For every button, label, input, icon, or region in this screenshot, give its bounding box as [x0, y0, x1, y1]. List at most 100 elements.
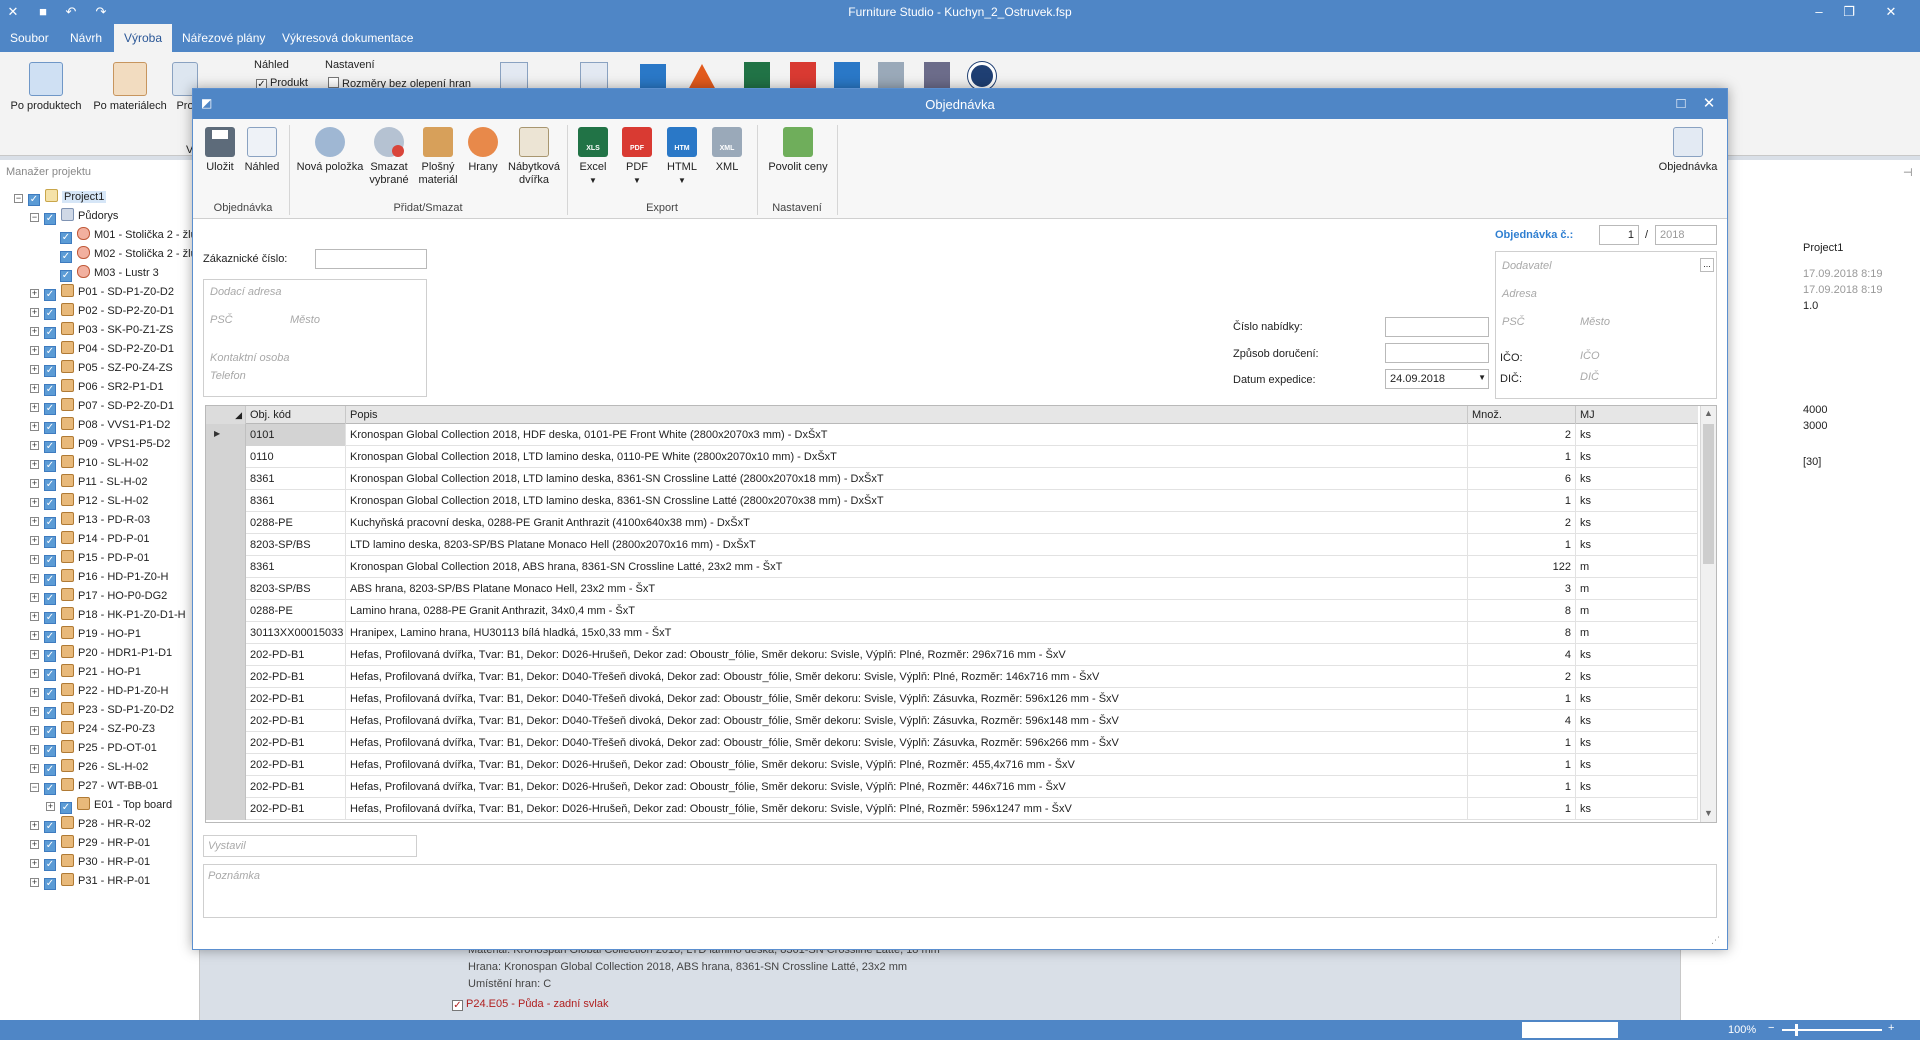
tab-vyroba[interactable]: Výroba — [114, 24, 173, 52]
row-selector[interactable] — [206, 732, 246, 754]
smazat-vybrane-button[interactable]: Smazat vybrané — [365, 127, 413, 187]
row-selector[interactable] — [206, 622, 246, 644]
tree-checkbox[interactable]: ✓ — [44, 612, 56, 624]
tree-item[interactable]: − ✓ P27 - WT-BB-01 — [30, 777, 200, 796]
tree-item[interactable]: + ✓ P13 - PD-R-03 — [30, 511, 200, 530]
objednavka-button[interactable]: Objednávka — [1655, 127, 1721, 174]
header-popis[interactable]: Popis — [346, 406, 1468, 424]
tree-expander-icon[interactable]: + — [30, 441, 39, 450]
cell-kod[interactable]: 8361 — [246, 556, 346, 578]
cell-popis[interactable]: Hefas, Profilovaná dvířka, Tvar: B1, Dek… — [346, 666, 1468, 688]
cell-kod[interactable]: 202-PD-B1 — [246, 710, 346, 732]
tree-item[interactable]: + ✓ P08 - VVS1-P1-D2 — [30, 416, 200, 435]
tree-checkbox[interactable]: ✓ — [44, 346, 56, 358]
table-row[interactable]: 202-PD-B1 Hefas, Profilovaná dvířka, Tvar… — [206, 776, 1698, 798]
supplier-browse-button[interactable]: ... — [1700, 258, 1714, 272]
tree-item[interactable]: + ✓ P28 - HR-R-02 — [30, 815, 200, 834]
tree-expander-icon[interactable]: + — [30, 669, 39, 678]
pdf-icon[interactable] — [790, 62, 816, 90]
cell-popis[interactable]: Hefas, Profilovaná dvířka, Tvar: B1, Dek… — [346, 798, 1468, 820]
tree-item[interactable]: + ✓ P24 - SZ-P0-Z3 — [30, 720, 200, 739]
cell-popis[interactable]: Kronospan Global Collection 2018, ABS hr… — [346, 556, 1468, 578]
cell-mj[interactable]: ks — [1576, 754, 1698, 776]
cell-mj[interactable]: ks — [1576, 490, 1698, 512]
cell-kod[interactable]: 202-PD-B1 — [246, 732, 346, 754]
table-row[interactable]: 202-PD-B1 Hefas, Profilovaná dvířka, Tvar… — [206, 754, 1698, 776]
cell-popis[interactable]: Kronospan Global Collection 2018, LTD la… — [346, 490, 1468, 512]
povolit-ceny-button[interactable]: Povolit ceny — [763, 127, 833, 174]
property-value[interactable]: 17.09.2018 8:19 — [1803, 268, 1883, 280]
tree-item[interactable]: + ✓ P21 - HO-P1 — [30, 663, 200, 682]
tree-checkbox[interactable]: ✓ — [44, 764, 56, 776]
row-selector[interactable] — [206, 710, 246, 732]
tree-item[interactable]: + ✓ P20 - HDR1-P1-D1 — [30, 644, 200, 663]
tree-item[interactable]: + ✓ P30 - HR-P-01 — [30, 853, 200, 872]
zpusob-doruceni-input[interactable] — [1385, 343, 1489, 363]
tree-item[interactable]: + ✓ P31 - HR-P-01 — [30, 872, 200, 891]
table-row[interactable]: 0288-PE Lamino hrana, 0288-PE Granit Anth… — [206, 600, 1698, 622]
tree-checkbox[interactable]: ✓ — [60, 802, 72, 814]
excel-export-button[interactable]: XLS Excel ▼ — [575, 127, 611, 187]
order-number-input[interactable]: 1 — [1599, 225, 1639, 245]
circle-logo-icon[interactable] — [968, 62, 996, 90]
tree-expander-icon[interactable]: + — [46, 802, 55, 811]
zakaznicke-cislo-input[interactable] — [315, 249, 427, 269]
nahled-button[interactable]: Náhled — [241, 127, 283, 174]
cell-mj[interactable]: ks — [1576, 732, 1698, 754]
table-row[interactable]: 8203-SP/BS ABS hrana, 8203-SP/BS Platane … — [206, 578, 1698, 600]
cell-kod[interactable]: 0101 — [246, 424, 346, 446]
row-selector[interactable] — [206, 578, 246, 600]
behind-p24-item[interactable]: ✓ P24.E05 - Půda - zadní svlak — [452, 998, 608, 1011]
table-row[interactable]: 202-PD-B1 Hefas, Profilovaná dvířka, Tvar… — [206, 644, 1698, 666]
tree-item[interactable]: ✓ M01 - Stolička 2 - žlu — [46, 226, 200, 245]
table-row[interactable]: ▶ 0101 Kronospan Global Collection 2018, H… — [206, 424, 1698, 446]
pnx-icon[interactable] — [924, 62, 950, 90]
tree-expander-icon[interactable]: + — [30, 460, 39, 469]
tree-checkbox[interactable]: ✓ — [44, 821, 56, 833]
property-value[interactable]: [30] — [1803, 456, 1821, 468]
tree-checkbox[interactable]: ✓ — [60, 270, 72, 282]
tree-item[interactable]: + ✓ P06 - SR2-P1-D1 — [30, 378, 200, 397]
cell-kod[interactable]: 202-PD-B1 — [246, 688, 346, 710]
property-value[interactable]: 3000 — [1803, 420, 1827, 432]
cell-popis[interactable]: Hefas, Profilovaná dvířka, Tvar: B1, Dek… — [346, 688, 1468, 710]
tree-expander-icon[interactable]: + — [30, 403, 39, 412]
cell-mj[interactable]: ks — [1576, 512, 1698, 534]
cell-mj[interactable]: ks — [1576, 446, 1698, 468]
tree-checkbox[interactable]: ✓ — [60, 251, 72, 263]
row-selector[interactable] — [206, 490, 246, 512]
tree-checkbox[interactable]: ✓ — [44, 783, 56, 795]
cell-mnoz[interactable]: 1 — [1468, 732, 1576, 754]
pin-icon[interactable]: ⊣ — [1903, 166, 1913, 179]
tree-item[interactable]: ✓ M03 - Lustr 3 — [46, 264, 200, 283]
cell-popis[interactable]: Hefas, Profilovaná dvířka, Tvar: B1, Dek… — [346, 732, 1468, 754]
zoom-slider-thumb[interactable] — [1795, 1024, 1798, 1036]
restore-icon[interactable]: ❐ — [1838, 2, 1860, 22]
html-icon[interactable] — [834, 62, 860, 90]
tree-item[interactable]: − ✓ Půdorys — [30, 207, 200, 226]
tree-expander-icon[interactable]: + — [30, 327, 39, 336]
property-value[interactable]: 1.0 — [1803, 300, 1818, 312]
triangle-logo-icon[interactable] — [688, 64, 716, 90]
cell-mj[interactable]: m — [1576, 600, 1698, 622]
cell-mj[interactable]: ks — [1576, 798, 1698, 820]
cell-mj[interactable]: ks — [1576, 710, 1698, 732]
datum-expedice-input[interactable]: 24.09.2018 ▼ — [1385, 369, 1489, 389]
tree-expander-icon[interactable]: + — [30, 707, 39, 716]
cell-popis[interactable]: Hefas, Profilovaná dvířka, Tvar: B1, Dek… — [346, 710, 1468, 732]
tree-checkbox[interactable]: ✓ — [44, 479, 56, 491]
tree-checkbox[interactable]: ✓ — [44, 859, 56, 871]
grid-vertical-scrollbar[interactable]: ▲ ▼ — [1700, 406, 1716, 822]
tree-checkbox[interactable]: ✓ — [44, 555, 56, 567]
tree-expander-icon[interactable]: + — [30, 688, 39, 697]
tree-item[interactable]: + ✓ P16 - HD-P1-Z0-H — [30, 568, 200, 587]
tree-checkbox[interactable]: ✓ — [44, 289, 56, 301]
tab-narezove-plany[interactable]: Nářezové plány — [172, 24, 275, 52]
cell-popis[interactable]: Lamino hrana, 0288-PE Granit Anthrazit, … — [346, 600, 1468, 622]
cell-mnoz[interactable]: 122 — [1468, 556, 1576, 578]
table-row[interactable]: 202-PD-B1 Hefas, Profilovaná dvířka, Tvar… — [206, 688, 1698, 710]
cell-mnoz[interactable]: 1 — [1468, 776, 1576, 798]
cell-mnoz[interactable]: 3 — [1468, 578, 1576, 600]
tree-item[interactable]: + ✓ P25 - PD-OT-01 — [30, 739, 200, 758]
tree-expander-icon[interactable]: + — [30, 631, 39, 640]
